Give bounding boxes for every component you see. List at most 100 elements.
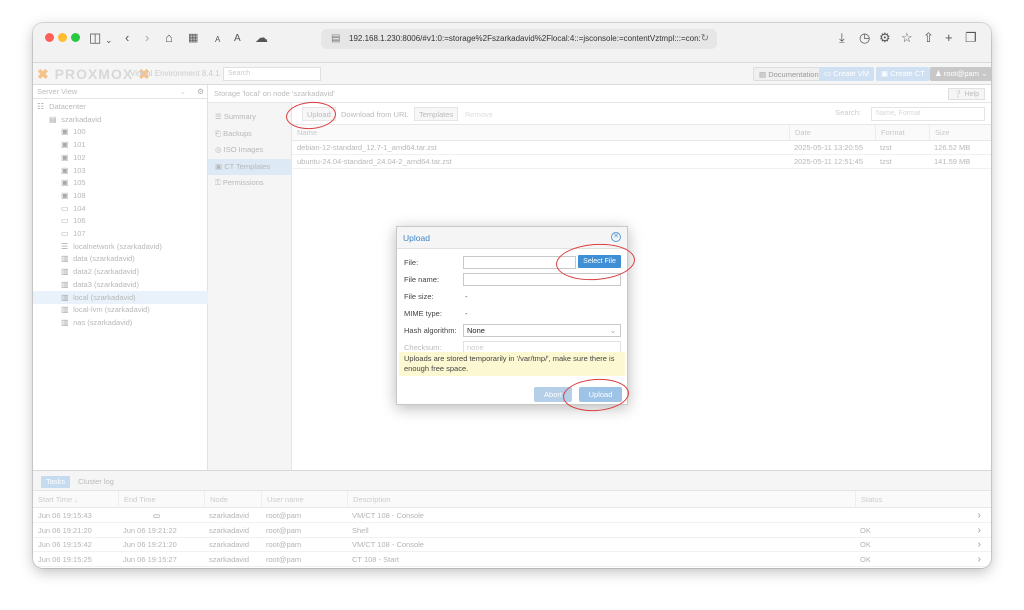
table-row[interactable]: ubuntu-24.04-standard_24.04-2_amd64.tar.…: [292, 155, 991, 169]
tree-item[interactable]: ▭ 107: [33, 227, 208, 240]
address-bar[interactable]: ▤ 192.168.1.230:8006/#v1:0:=storage%2Fsz…: [321, 29, 717, 49]
tree-item[interactable]: ▥ local-lvm (szarkadavid): [33, 303, 208, 316]
chevron-right-icon[interactable]: ›: [978, 567, 981, 568]
minimize-window-button[interactable]: [58, 33, 67, 42]
nav-backups[interactable]: ⎗ Backups: [208, 126, 292, 142]
create-vm-button[interactable]: ▭ Create VM: [819, 67, 875, 81]
tree-item[interactable]: ▭ 104: [33, 202, 208, 215]
help-button[interactable]: ❔ Help: [947, 88, 985, 100]
chevron-right-icon[interactable]: ›: [978, 524, 981, 538]
tree-item[interactable]: ▤ szarkadavid: [33, 113, 208, 126]
close-icon[interactable]: ✕: [611, 232, 621, 242]
tree-item[interactable]: ▥ data2 (szarkadavid): [33, 265, 208, 278]
create-ct-button[interactable]: ▣ Create CT: [876, 67, 930, 81]
search-label: Search:: [835, 108, 861, 117]
grid-header: Name Date Format Size: [292, 125, 991, 141]
col-date[interactable]: Date: [789, 125, 875, 141]
col-description[interactable]: Description: [347, 491, 855, 508]
col-start-time[interactable]: Start Time ↓: [33, 491, 118, 508]
global-search-input[interactable]: Search: [223, 67, 321, 81]
col-format[interactable]: Format: [875, 125, 929, 141]
container-icon: ▣: [61, 165, 69, 175]
nav-ct-templates[interactable]: ▣ CT Templates: [208, 158, 292, 175]
chevron-right-icon[interactable]: ›: [978, 538, 981, 552]
home-icon[interactable]: ⌂: [165, 31, 173, 45]
templates-button[interactable]: Templates: [414, 107, 459, 121]
col-name[interactable]: Name: [292, 125, 789, 141]
forward-icon[interactable]: ›: [145, 31, 149, 45]
task-row[interactable]: Jun 06 19:15:43 ▭ szarkadavid root@pam VM/CT…: [33, 509, 991, 523]
tree-item-label: 106: [73, 216, 86, 226]
task-cell-end: Jun 06 19:15:27: [123, 554, 177, 564]
tree-item-label: Datacenter: [49, 102, 86, 111]
grid-icon[interactable]: ▦: [188, 31, 198, 45]
page-settings-icon[interactable]: ▤: [331, 29, 340, 49]
nav-label: ISO Images: [223, 145, 264, 154]
tab-tasks[interactable]: Tasks: [41, 476, 71, 488]
nav-iso-images[interactable]: ◎ ISO Images: [208, 142, 292, 158]
text-smaller-button[interactable]: A: [215, 33, 220, 47]
permissions-icon: ⚿: [215, 178, 221, 187]
tab-overview-icon[interactable]: ❐: [965, 31, 977, 45]
task-cell-user: root@pam: [266, 511, 302, 520]
storage-nav: ☰ Summary ⎗ Backups ◎ ISO Images ▣ CT Templ…: [208, 103, 292, 470]
bookmark-star-icon[interactable]: ☆: [901, 31, 913, 45]
table-row[interactable]: debian-12-standard_12.7-1_amd64.tar.zst 2…: [292, 141, 991, 155]
sidebar-icon[interactable]: ◫: [89, 31, 101, 45]
tree-item[interactable]: ▣ 105: [33, 176, 208, 189]
tree-item[interactable]: ▣ 102: [33, 151, 208, 164]
tree-item[interactable]: ▭ 106: [33, 214, 208, 227]
col-user[interactable]: User name: [261, 491, 347, 508]
col-size[interactable]: Size: [929, 125, 991, 141]
task-row[interactable]: Jun 06 19:15:42 Jun 06 19:21:20 szarkadavi…: [33, 538, 991, 552]
hash-select[interactable]: None ⌄: [463, 324, 621, 337]
nav-permissions[interactable]: ⚿ Permissions: [208, 175, 292, 191]
text-larger-button[interactable]: A: [234, 32, 241, 46]
tree-item[interactable]: ☷ Datacenter: [33, 100, 208, 113]
col-node[interactable]: Node: [204, 491, 261, 508]
cloud-icon[interactable]: ☁: [255, 31, 268, 45]
gear-icon[interactable]: ⚙: [197, 85, 204, 99]
tree-item-label: 108: [73, 190, 86, 200]
user-menu-button[interactable]: ♟ root@pam ⌄: [930, 67, 991, 81]
tree-item[interactable]: ▣ 103: [33, 164, 208, 177]
remove-button[interactable]: Remove: [460, 107, 498, 121]
reload-icon[interactable]: ↻: [701, 29, 709, 49]
task-cell-node: szarkadavid: [209, 540, 250, 549]
tab-cluster-log[interactable]: Cluster log: [73, 476, 119, 488]
mime-value: -: [465, 309, 468, 318]
task-row[interactable]: Jun 06 19:13:14 Jun 06 19:15:21 szarkadavi…: [33, 567, 991, 568]
tree-item[interactable]: ▣ 100: [33, 125, 208, 138]
chevron-down-icon[interactable]: ⌄: [105, 33, 113, 47]
chevron-right-icon[interactable]: ›: [978, 553, 981, 567]
storage-search-input[interactable]: Name, Format: [871, 107, 985, 121]
chevron-right-icon[interactable]: ›: [978, 509, 981, 523]
share-icon[interactable]: ⇧: [923, 31, 934, 45]
task-cell-end: ▭: [118, 509, 160, 523]
tree-item[interactable]: ▥ nas (szarkadavid): [33, 316, 208, 329]
history-icon[interactable]: ◷: [859, 31, 870, 45]
col-status[interactable]: Status: [855, 491, 971, 508]
col-end-time[interactable]: End Time: [118, 491, 204, 508]
download-icon[interactable]: ⤓: [839, 31, 845, 45]
tree-item[interactable]: ▣ 101: [33, 138, 208, 151]
task-row[interactable]: Jun 06 19:15:25 Jun 06 19:15:27 szarkadavi…: [33, 553, 991, 567]
settings-icon[interactable]: ⚙: [879, 31, 891, 45]
task-row[interactable]: Jun 06 19:21:20 Jun 06 19:21:22 szarkadavi…: [33, 524, 991, 538]
browser-toolbar: ◫ ⌄ ‹ › ⌂ ▦ A A ☁ ▤ 192.168.1.230:8006/#…: [33, 23, 991, 63]
tree-item[interactable]: ☰ localnetwork (szarkadavid): [33, 240, 208, 253]
zoom-window-button[interactable]: [71, 33, 80, 42]
documentation-button[interactable]: ▤ Documentation: [753, 67, 825, 81]
tree-item[interactable]: ▥ data3 (szarkadavid): [33, 278, 208, 291]
close-window-button[interactable]: [45, 33, 54, 42]
tree-item[interactable]: ▥ data (szarkadavid): [33, 252, 208, 265]
back-icon[interactable]: ‹: [125, 31, 129, 45]
download-url-button[interactable]: Download from URL: [336, 107, 414, 121]
tree-item[interactable]: ▥ local (szarkadavid): [33, 290, 208, 304]
nav-summary[interactable]: ☰ Summary: [208, 109, 292, 125]
tree-item[interactable]: ▣ 108: [33, 189, 208, 202]
view-selector[interactable]: Server View ⌄ ⚙: [33, 85, 208, 99]
new-tab-icon[interactable]: +: [945, 31, 953, 45]
task-cell-user: root@pam: [266, 554, 302, 564]
vm-stopped-icon: ▭: [61, 216, 69, 226]
